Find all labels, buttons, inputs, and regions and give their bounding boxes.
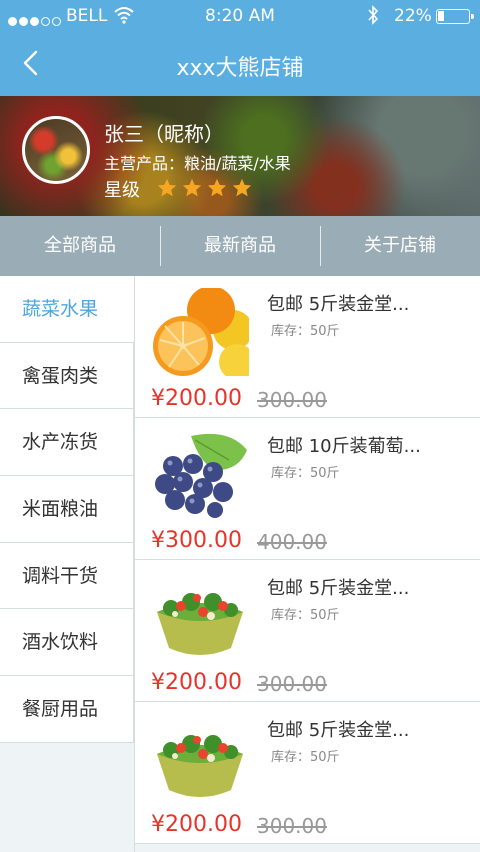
product-price: ¥200.00: [151, 670, 242, 695]
product-list: 包邮 5斤装金堂... 库存：50斤 ¥200.00 300.00 包邮 10斤…: [134, 276, 480, 852]
category-item-vegetables-fruits[interactable]: 蔬菜水果: [0, 276, 134, 343]
product-stock: 库存：50斤: [271, 324, 340, 339]
page-title: xxx大熊店铺: [176, 56, 304, 81]
shop-avatar[interactable]: [22, 116, 90, 184]
battery-icon: [436, 9, 474, 24]
category-item-seasoning-dry[interactable]: 调料干货: [0, 542, 134, 610]
product-price: ¥200.00: [151, 386, 242, 411]
product-price: ¥300.00: [151, 528, 242, 553]
category-item-poultry-meat[interactable]: 禽蛋肉类: [0, 342, 134, 410]
shop-main-products: 主营产品：粮油/蔬菜/水果: [104, 154, 291, 173]
top-bar: BELL 8:20 AM 22% xxx大熊店铺: [0, 0, 480, 96]
product-original-price: 400.00: [257, 530, 327, 554]
product-image-salad: [151, 572, 249, 660]
product-name: 包邮 5斤装金堂...: [267, 720, 410, 741]
category-item-seafood-frozen[interactable]: 水产冻货: [0, 409, 134, 477]
category-item-rice-flour-oil[interactable]: 米面粮油: [0, 476, 134, 543]
category-item-kitchenware[interactable]: 餐厨用品: [0, 676, 134, 743]
status-bar: BELL 8:20 AM 22%: [0, 0, 480, 32]
battery-percent: 22%: [394, 6, 432, 26]
star-icon: [182, 178, 201, 197]
star-icon: [157, 178, 176, 197]
product-card[interactable]: 包邮 10斤装葡萄... 库存：50斤 ¥300.00 400.00: [135, 418, 480, 560]
product-image-salad: [151, 714, 249, 802]
product-card[interactable]: 包邮 5斤装金堂... 库存：50斤 ¥200.00 300.00: [135, 560, 480, 702]
shop-tabs: 全部商品 最新商品 关于店铺: [0, 216, 480, 276]
product-stock: 库存：50斤: [271, 608, 340, 623]
category-sidebar: 蔬菜水果 禽蛋肉类 水产冻货 米面粮油 调料干货 酒水饮料 餐厨用品: [0, 276, 134, 743]
product-original-price: 300.00: [257, 814, 327, 838]
star-icon: [232, 178, 251, 197]
rating-stars: [156, 177, 256, 204]
tab-about-shop[interactable]: 关于店铺: [320, 216, 480, 276]
shop-nickname: 张三（昵称）: [104, 122, 224, 146]
category-item-drinks[interactable]: 酒水饮料: [0, 609, 134, 677]
product-card[interactable]: 包邮 5斤装金堂... 库存：50斤 ¥200.00 300.00: [135, 702, 480, 844]
bluetooth-icon: [368, 5, 379, 25]
shop-banner: 张三（昵称） 主营产品：粮油/蔬菜/水果 星级: [0, 96, 480, 216]
product-original-price: 300.00: [257, 388, 327, 412]
product-original-price: 300.00: [257, 672, 327, 696]
product-name: 包邮 5斤装金堂...: [267, 578, 410, 599]
product-name: 包邮 5斤装金堂...: [267, 294, 410, 315]
rating-label: 星级: [104, 180, 140, 201]
tab-all-products[interactable]: 全部商品: [0, 216, 160, 276]
product-price: ¥200.00: [151, 812, 242, 837]
tab-new-products[interactable]: 最新商品: [160, 216, 320, 276]
product-stock: 库存：50斤: [271, 466, 340, 481]
product-name: 包邮 10斤装葡萄...: [267, 436, 421, 457]
product-image-grapes: [151, 430, 249, 518]
product-card[interactable]: 包邮 5斤装金堂... 库存：50斤 ¥200.00 300.00: [135, 276, 480, 418]
shop-rating: 星级: [104, 176, 256, 204]
product-image-oranges: [151, 288, 249, 376]
star-icon: [207, 178, 226, 197]
product-stock: 库存：50斤: [271, 750, 340, 765]
